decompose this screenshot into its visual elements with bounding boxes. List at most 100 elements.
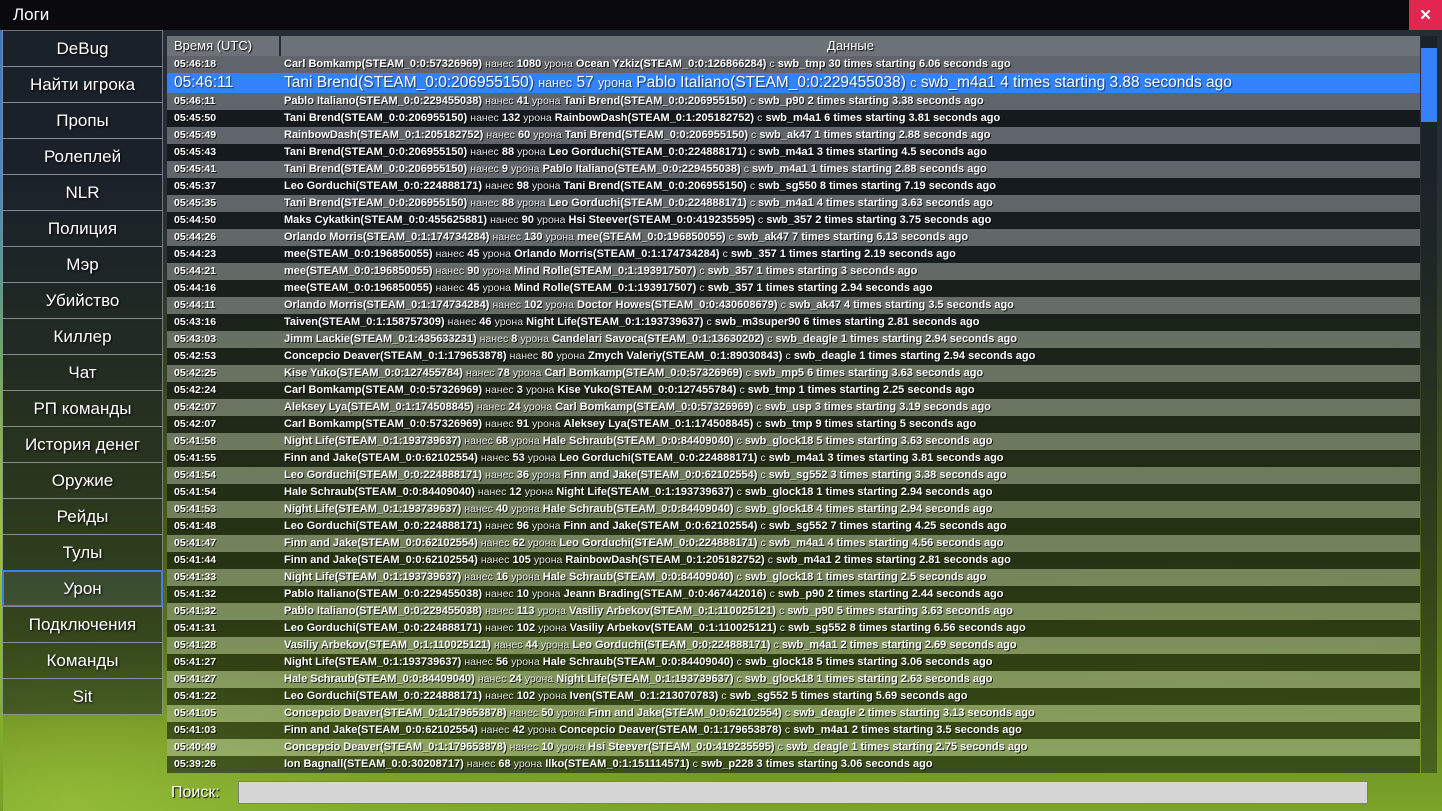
log-row[interactable]: 05:45:41 Tani Brend(STEAM_0:0:206955150) … [167, 161, 1420, 178]
sidebar-item-roleplay[interactable]: Ролеплей [2, 138, 163, 175]
log-row[interactable]: 05:46:11 Tani Brend(STEAM_0:0:206955150) … [167, 73, 1420, 93]
log-row[interactable]: 05:44:50 Maks Cykatkin(STEAM_0:0:45562588… [167, 212, 1420, 229]
sidebar-item-chat[interactable]: Чат [2, 354, 163, 391]
attacker-name: Finn and Jake(STEAM_0:0:62102554) [284, 724, 478, 736]
close-button[interactable]: ✕ [1409, 0, 1442, 30]
log-row[interactable]: 05:41:32 Pablo Italiano(STEAM_0:0:2294550… [167, 586, 1420, 603]
sidebar-item-weapons[interactable]: Оружие [2, 462, 163, 499]
connector-dealt: нанес [485, 622, 514, 634]
log-row[interactable]: 05:39:26 Ion Bagnall(STEAM_0:0:30208717) … [167, 756, 1420, 773]
log-row[interactable]: 05:44:23 mee(STEAM_0:0:196850055) нанес 4… [167, 246, 1420, 263]
sidebar-item-killer[interactable]: Киллер [2, 318, 163, 355]
log-row[interactable]: 05:44:26 Orlando Morris(STEAM_0:1:1747342… [167, 229, 1420, 246]
log-row[interactable]: 05:41:53 Night Life(STEAM_0:1:193739637) … [167, 501, 1420, 518]
log-row[interactable]: 05:42:25 Kise Yuko(STEAM_0:0:127455784) н… [167, 365, 1420, 382]
log-row[interactable]: 05:41:55 Finn and Jake(STEAM_0:0:62102554… [167, 450, 1420, 467]
sidebar-item-sit[interactable]: Sit [2, 678, 163, 715]
connector-with: с [760, 452, 766, 464]
search-input[interactable] [238, 781, 1368, 804]
log-time: 05:44:26 [174, 231, 217, 243]
victim-name: Concepcio Deaver(STEAM_0:1:179653878) [559, 724, 782, 736]
log-row[interactable]: 05:42:24 Carl Bomkamp(STEAM_0:0:57326969)… [167, 382, 1420, 399]
sidebar-item-props[interactable]: Пропы [2, 102, 163, 139]
sidebar-item-police[interactable]: Полиция [2, 210, 163, 247]
log-row[interactable]: 05:40:49 Concepcio Deaver(STEAM_0:1:17965… [167, 739, 1420, 756]
log-row[interactable]: 05:41:05 Concepcio Deaver(STEAM_0:1:17965… [167, 705, 1420, 722]
connector-damage: урона [511, 656, 540, 668]
log-row[interactable]: 05:41:48 Leo Gorduchi(STEAM_0:0:224888171… [167, 518, 1420, 535]
sidebar-item-nlr[interactable]: NLR [2, 174, 163, 211]
log-row[interactable]: 05:41:31 Leo Gorduchi(STEAM_0:0:224888171… [167, 620, 1420, 637]
log-row[interactable]: 05:42:07 Aleksey Lya(STEAM_0:1:174508845)… [167, 399, 1420, 416]
log-row[interactable]: 05:42:53 Concepcio Deaver(STEAM_0:1:17965… [167, 348, 1420, 365]
sidebar-item-damage[interactable]: Урон [2, 570, 163, 607]
log-row[interactable]: 05:41:54 Leo Gorduchi(STEAM_0:0:224888171… [167, 467, 1420, 484]
log-row[interactable]: 05:41:32 Pablo Italiano(STEAM_0:0:2294550… [167, 603, 1420, 620]
sidebar-item-murder[interactable]: Убийство [2, 282, 163, 319]
scrollbar-track[interactable] [1421, 36, 1437, 773]
log-row[interactable]: 05:41:27 Night Life(STEAM_0:1:193739637) … [167, 654, 1420, 671]
log-row[interactable]: 05:44:16 mee(STEAM_0:0:196850055) нанес 4… [167, 280, 1420, 297]
log-time: 05:41:55 [174, 452, 217, 464]
log-row[interactable]: 05:46:11 Pablo Italiano(STEAM_0:0:2294550… [167, 93, 1420, 110]
sidebar-item-mayor[interactable]: Мэр [2, 246, 163, 283]
victim-name: Orlando Morris(STEAM_0:1:174734284) [514, 248, 720, 260]
victim-name: Pablo Italiano(STEAM_0:0:229455038) [542, 163, 741, 175]
log-row[interactable]: 05:43:03 Jimm Lackie(STEAM_0:1:435633231)… [167, 331, 1420, 348]
log-row[interactable]: 05:45:35 Tani Brend(STEAM_0:0:206955150) … [167, 195, 1420, 212]
log-message: Ion Bagnall(STEAM_0:0:30208717) нанес 68… [279, 756, 1420, 773]
sidebar-item-connections[interactable]: Подключения [2, 606, 163, 643]
log-row[interactable]: 05:45:50 Tani Brend(STEAM_0:0:206955150) … [167, 110, 1420, 127]
log-row[interactable]: 05:41:28 Vasiliy Arbekov(STEAM_0:1:110025… [167, 637, 1420, 654]
table-header: Время (UTC) Данные [167, 36, 1420, 56]
log-row[interactable]: 05:43:16 Taiven(STEAM_0:1:158757309) нане… [167, 314, 1420, 331]
sidebar-item-find-player[interactable]: Найти игрока [2, 66, 163, 103]
log-time: 05:46:18 [174, 58, 217, 70]
log-row[interactable]: 05:45:49 RainbowDash(STEAM_0:1:205182752)… [167, 127, 1420, 144]
attacker-name: Leo Gorduchi(STEAM_0:0:224888171) [284, 690, 483, 702]
sidebar-item-debug[interactable]: DeBug [2, 30, 163, 67]
log-message: Hale Schraub(STEAM_0:0:84409040) нанес 2… [279, 671, 1420, 688]
sidebar-item-commands[interactable]: Команды [2, 642, 163, 679]
attacker-name: Night Life(STEAM_0:1:193739637) [284, 503, 462, 515]
log-row[interactable]: 05:41:47 Finn and Jake(STEAM_0:0:62102554… [167, 535, 1420, 552]
scrollbar-thumb[interactable] [1421, 48, 1437, 122]
log-row[interactable]: 05:45:43 Tani Brend(STEAM_0:0:206955150) … [167, 144, 1420, 161]
sidebar-item-raids[interactable]: Рейды [2, 498, 163, 535]
damage-value: 9 [501, 163, 508, 175]
log-row[interactable]: 05:42:07 Carl Bomkamp(STEAM_0:0:57326969)… [167, 416, 1420, 433]
connector-damage: урона [482, 282, 512, 294]
sidebar-item-rp-commands[interactable]: РП команды [2, 390, 163, 427]
log-row[interactable]: 05:45:37 Leo Gorduchi(STEAM_0:0:224888171… [167, 178, 1420, 195]
log-row[interactable]: 05:41:54 Hale Schraub(STEAM_0:0:84409040)… [167, 484, 1420, 501]
logs-window: Логи ✕ DeBug Найти игрока Пропы Ролеплей NLR… [0, 0, 1442, 811]
log-row[interactable]: 05:41:03 Finn and Jake(STEAM_0:0:62102554… [167, 722, 1420, 739]
log-message: Jimm Lackie(STEAM_0:1:435633231) нанес 8… [279, 331, 1420, 348]
log-row[interactable]: 05:46:18 Carl Bomkamp(STEAM_0:0:57326969)… [167, 56, 1420, 73]
sidebar-item-tools[interactable]: Тулы [2, 534, 163, 571]
damage-value: 50 [541, 707, 554, 719]
victim-name: Pablo Italiano(STEAM_0:0:229455038) [636, 74, 906, 91]
connector-dealt: нанес [485, 690, 514, 702]
connector-with: с [910, 76, 917, 90]
log-time: 05:44:11 [174, 299, 216, 311]
log-row[interactable]: 05:44:11 Orlando Morris(STEAM_0:1:1747342… [167, 297, 1420, 314]
damage-value: 62 [512, 537, 525, 549]
damage-value: 12 [509, 486, 522, 498]
damage-value: 102 [516, 690, 536, 702]
attacker-name: Concepcio Deaver(STEAM_0:1:179653878) [284, 350, 507, 362]
connector-damage: урона [545, 299, 574, 311]
log-row[interactable]: 05:41:58 Night Life(STEAM_0:1:193739637) … [167, 433, 1420, 450]
log-row[interactable]: 05:41:22 Leo Gorduchi(STEAM_0:0:224888171… [167, 688, 1420, 705]
log-row[interactable]: 05:41:33 Night Life(STEAM_0:1:193739637) … [167, 569, 1420, 586]
sidebar-item-money-history[interactable]: История денег [2, 426, 163, 463]
log-time: 05:43:03 [174, 333, 217, 345]
attacker-name: Tani Brend(STEAM_0:0:206955150) [284, 197, 468, 209]
log-row[interactable]: 05:41:44 Finn and Jake(STEAM_0:0:62102554… [167, 552, 1420, 569]
connector-dealt: нанес [480, 452, 510, 464]
log-row[interactable]: 05:44:21 mee(STEAM_0:0:196850055) нанес 9… [167, 263, 1420, 280]
log-row[interactable]: 05:41:27 Hale Schraub(STEAM_0:0:84409040)… [167, 671, 1420, 688]
connector-with: с [780, 299, 786, 311]
connector-dealt: нанес [464, 435, 493, 447]
attacker-name: Finn and Jake(STEAM_0:0:62102554) [284, 452, 478, 464]
